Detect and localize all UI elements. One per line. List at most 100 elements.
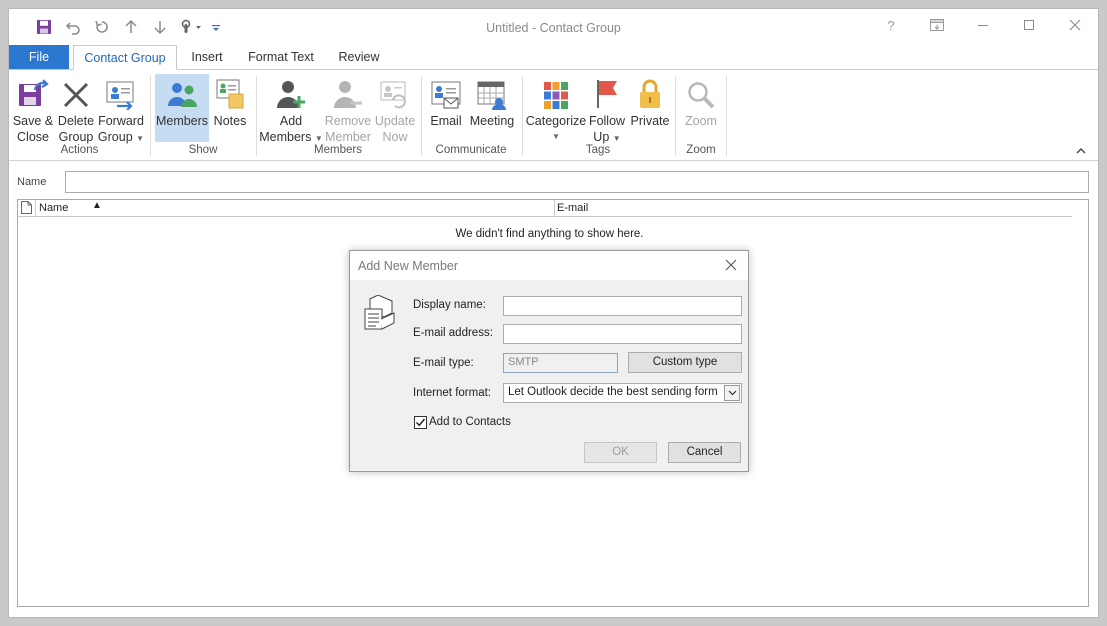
tab-insert[interactable]: Insert — [185, 45, 229, 70]
remove-member-button[interactable]: Remove Member — [323, 74, 373, 145]
ribbon-tabs: File Contact Group Insert Format Text Re… — [9, 45, 1098, 70]
categorize-dropdown-arrow: ▼ — [552, 132, 560, 141]
private-button[interactable]: Private — [627, 74, 673, 129]
display-name-label: Display name: — [413, 299, 486, 311]
cancel-button[interactable]: Cancel — [668, 442, 741, 463]
empty-list-message: We didn't find anything to show here. — [455, 228, 644, 240]
group-label-zoom: Zoom — [686, 144, 716, 156]
group-label-members: Members — [314, 144, 362, 156]
help-icon[interactable]: ? — [868, 9, 914, 41]
save-close-label-2: Close — [17, 130, 49, 144]
members-icon — [155, 74, 209, 110]
group-label-actions: Actions — [60, 144, 99, 156]
update-now-label-1: Update — [374, 114, 416, 128]
follow-up-button[interactable]: Follow Up ▼ — [587, 74, 627, 147]
sort-ascending-icon: ▲ — [92, 200, 102, 211]
internet-format-label: Internet format: — [413, 387, 491, 399]
email-button[interactable]: Email — [425, 74, 467, 129]
meeting-icon — [467, 74, 517, 110]
categorize-icon — [525, 74, 587, 110]
follow-up-label-1: Follow — [588, 114, 626, 128]
chevron-down-icon[interactable] — [724, 385, 740, 401]
tab-contact-group[interactable]: Contact Group — [73, 45, 177, 70]
zoom-button[interactable]: Zoom — [677, 74, 725, 129]
email-type-field[interactable]: SMTP — [503, 353, 618, 373]
update-now-icon — [373, 74, 417, 110]
email-address-input[interactable] — [503, 324, 742, 344]
dialog-title-bar: Add New Member — [350, 251, 748, 280]
notes-view-button[interactable]: Notes — [211, 74, 249, 129]
maximize-icon[interactable] — [1006, 9, 1052, 41]
flag-icon — [587, 74, 627, 110]
members-view-button[interactable]: Members — [155, 74, 209, 142]
notes-label: Notes — [213, 114, 247, 128]
email-type-label: E-mail type: — [413, 357, 474, 369]
forward-group-icon — [97, 74, 145, 110]
ok-button[interactable]: OK — [584, 442, 657, 463]
window-controls: ? — [868, 9, 1098, 41]
remove-member-icon — [323, 74, 373, 110]
list-header: Name ▲ E-mail — [18, 200, 1072, 217]
update-now-label-2: Now — [382, 130, 408, 144]
delete-group-label-2: Group — [58, 130, 94, 144]
add-members-label-1: Add — [279, 114, 303, 128]
email-address-label: E-mail address: — [413, 327, 493, 339]
categorize-label: Categorize — [525, 114, 587, 128]
zoom-label: Zoom — [685, 114, 717, 128]
members-label: Members — [155, 114, 209, 128]
delete-group-label-1: Delete — [57, 114, 95, 128]
column-divider — [554, 200, 555, 216]
add-to-contacts-label[interactable]: Add to Contacts — [429, 416, 511, 428]
categorize-button[interactable]: Categorize ▼ — [525, 74, 587, 145]
title-bar: Untitled - Contact Group ? — [9, 9, 1098, 45]
forward-group-label-1: Forward — [98, 114, 144, 128]
private-label: Private — [630, 114, 670, 128]
internet-format-value: Let Outlook decide the best sending form — [508, 386, 718, 398]
remove-member-label-1: Remove — [324, 114, 372, 128]
delete-x-icon — [55, 74, 97, 110]
dialog-close-icon[interactable] — [722, 256, 740, 274]
ribbon-display-options-icon[interactable] — [914, 9, 960, 41]
group-label-show: Show — [188, 144, 218, 156]
save-close-label-1: Save & — [12, 114, 54, 128]
meeting-label: Meeting — [469, 114, 515, 128]
ribbon-separator — [675, 76, 676, 156]
ribbon-separator — [726, 76, 727, 156]
custom-type-button[interactable]: Custom type — [628, 352, 742, 373]
meeting-button[interactable]: Meeting — [467, 74, 517, 129]
column-divider — [35, 200, 36, 216]
dialog-title: Add New Member — [358, 259, 459, 273]
minimize-icon[interactable] — [960, 9, 1006, 41]
magnifier-icon — [677, 74, 725, 110]
lock-icon — [627, 74, 673, 110]
tab-format-text[interactable]: Format Text — [243, 45, 319, 70]
column-email[interactable]: E-mail — [557, 202, 588, 214]
email-icon — [425, 74, 467, 110]
update-now-button[interactable]: Update Now — [373, 74, 417, 145]
email-label: Email — [430, 114, 462, 128]
ribbon: Save & Close Delete Group Forward Group … — [9, 69, 1098, 161]
forward-group-button[interactable]: Forward Group ▼ — [97, 74, 145, 147]
group-label-communicate: Communicate — [435, 144, 507, 156]
name-label: Name — [17, 176, 47, 188]
internet-format-select[interactable]: Let Outlook decide the best sending form — [503, 383, 742, 403]
collapse-ribbon-icon[interactable] — [1076, 147, 1086, 158]
delete-group-button[interactable]: Delete Group — [55, 74, 97, 145]
remove-member-label-2: Member — [325, 130, 371, 144]
add-new-member-dialog: Add New Member Display name: E-mail addr… — [349, 250, 749, 472]
name-input[interactable] — [65, 171, 1089, 193]
display-name-input[interactable] — [503, 296, 742, 316]
group-label-tags: Tags — [585, 144, 611, 156]
column-name[interactable]: Name — [39, 202, 68, 214]
save-close-icon — [11, 74, 55, 110]
tab-review[interactable]: Review — [333, 45, 385, 70]
add-to-contacts-checkbox[interactable] — [414, 416, 427, 429]
add-members-icon — [259, 74, 323, 110]
tab-file[interactable]: File — [9, 45, 69, 70]
add-members-button[interactable]: Add Members ▼ — [259, 74, 323, 147]
contact-card-icon — [362, 294, 398, 334]
notes-icon — [211, 74, 249, 110]
close-icon[interactable] — [1052, 9, 1098, 41]
item-type-icon[interactable] — [21, 201, 32, 217]
save-close-button[interactable]: Save & Close — [11, 74, 55, 145]
